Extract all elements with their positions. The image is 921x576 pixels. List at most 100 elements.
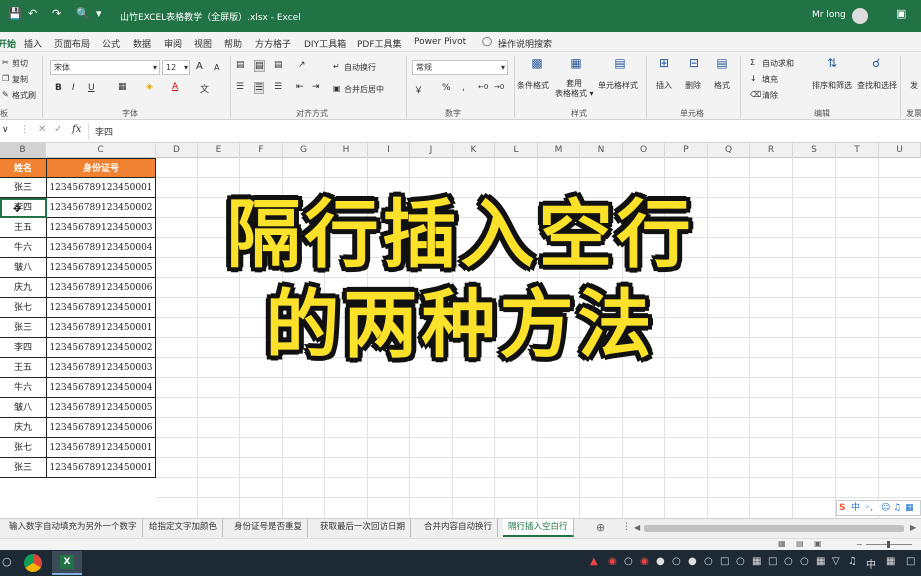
- table-format-icon[interactable]: ▦: [564, 56, 588, 70]
- scroll-left-icon[interactable]: ◀: [634, 523, 640, 532]
- tray-app-icon[interactable]: ◉: [640, 556, 649, 567]
- search-icon[interactable]: ○: [2, 555, 12, 568]
- table-row-id[interactable]: 123456789123450005: [47, 398, 156, 418]
- column-header-f[interactable]: F: [240, 143, 283, 158]
- fill-button[interactable]: 填充: [762, 74, 778, 85]
- column-header-i[interactable]: I: [368, 143, 410, 158]
- header-id-number[interactable]: 身份证号: [47, 158, 156, 178]
- increase-decimal-icon[interactable]: ←0: [478, 83, 488, 91]
- sheet-tab-1[interactable]: 输入数字自动填充为另外一个数字: [4, 519, 143, 537]
- clear-icon[interactable]: ⌫: [750, 90, 761, 99]
- table-row-name[interactable]: 庆九: [0, 418, 47, 438]
- tray-app-icon[interactable]: ▦: [816, 556, 825, 567]
- tab-help[interactable]: 帮助: [224, 37, 242, 50]
- align-bottom-icon[interactable]: ▤: [274, 60, 283, 70]
- tab-pdf[interactable]: PDF工具集: [357, 37, 402, 50]
- percent-button[interactable]: %: [442, 83, 451, 93]
- column-header-m[interactable]: M: [538, 143, 580, 158]
- tray-app-icon[interactable]: ◉: [608, 556, 617, 567]
- border-icon[interactable]: ▦: [118, 82, 127, 92]
- header-name[interactable]: 姓名: [0, 158, 47, 178]
- scroll-right-icon[interactable]: ▶: [910, 523, 916, 532]
- tab-review[interactable]: 审阅: [164, 37, 182, 50]
- table-row-name[interactable]: 庆九: [0, 278, 47, 298]
- copy-icon[interactable]: ❐: [2, 74, 9, 83]
- keyboard-icon[interactable]: ▦: [886, 556, 895, 567]
- table-row-id[interactable]: 123456789123450003: [47, 218, 156, 238]
- tab-power-pivot[interactable]: Power Pivot: [414, 37, 466, 47]
- table-row-id[interactable]: 123456789123450004: [47, 378, 156, 398]
- phonetic-icon[interactable]: 文: [200, 82, 209, 95]
- align-center-icon[interactable]: ☰: [254, 82, 265, 94]
- column-header-t[interactable]: T: [836, 143, 879, 158]
- column-header-n[interactable]: N: [580, 143, 623, 158]
- table-row-name[interactable]: 张七: [0, 298, 47, 318]
- column-header-c[interactable]: C: [46, 143, 156, 158]
- tab-insert[interactable]: 插入: [24, 37, 42, 50]
- tab-formulas[interactable]: 公式: [102, 37, 120, 50]
- cancel-icon[interactable]: ✕: [38, 124, 46, 135]
- column-header-o[interactable]: O: [623, 143, 665, 158]
- table-row-id[interactable]: 123456789123450002: [47, 198, 156, 218]
- column-header-h[interactable]: H: [325, 143, 368, 158]
- sogou-icon[interactable]: S: [839, 501, 845, 515]
- table-row-name[interactable]: 张三: [0, 178, 47, 198]
- punctuation-icon[interactable]: ◦,: [865, 501, 873, 515]
- font-size-select[interactable]: 12 ▾: [162, 60, 190, 75]
- sheet-tab-3[interactable]: 身份证号是否重复: [229, 519, 309, 537]
- table-row-id[interactable]: 123456789123450001: [47, 318, 156, 338]
- column-header-u[interactable]: U: [879, 143, 921, 158]
- keyboard-icon[interactable]: ▦: [905, 501, 914, 515]
- zoom-out-icon[interactable]: −: [856, 540, 863, 549]
- autosum-button[interactable]: 自动求和: [762, 58, 794, 69]
- fill-color-icon[interactable]: ◈: [146, 82, 153, 92]
- grow-font-button[interactable]: A: [196, 61, 203, 72]
- table-row-name[interactable]: 牛六: [0, 378, 47, 398]
- table-row-id[interactable]: 123456789123450006: [47, 278, 156, 298]
- format-painter-button[interactable]: 格式刷: [12, 90, 36, 101]
- insert-cells-icon[interactable]: ⊞: [654, 56, 674, 70]
- voice-icon[interactable]: ♫: [893, 501, 901, 515]
- outdent-icon[interactable]: ⇥: [312, 82, 320, 92]
- notification-icon[interactable]: □: [906, 556, 915, 567]
- network-icon[interactable]: ▽: [832, 556, 840, 567]
- column-header-g[interactable]: G: [283, 143, 325, 158]
- currency-icon[interactable]: ￥: [414, 83, 423, 96]
- align-top-icon[interactable]: ▤: [236, 60, 245, 70]
- comma-icon[interactable]: ,: [462, 83, 465, 93]
- redo-icon[interactable]: ↷: [52, 7, 61, 20]
- align-right-icon[interactable]: ☰: [274, 82, 282, 92]
- tray-app-icon[interactable]: ○: [736, 556, 745, 567]
- save-icon[interactable]: 💾: [8, 7, 22, 20]
- ime-toolbar[interactable]: S 中 ◦, ☺ ♫ ▦: [836, 500, 921, 516]
- worksheet-grid[interactable]: 姓名 身份证号 张三 123456789123450001 李四 1234567…: [0, 158, 921, 518]
- align-middle-icon[interactable]: ▤: [254, 60, 265, 72]
- column-header-l[interactable]: L: [495, 143, 538, 158]
- tab-view[interactable]: 视图: [194, 37, 212, 50]
- table-row-id[interactable]: 123456789123450001: [47, 178, 156, 198]
- indent-icon[interactable]: ⇤: [296, 82, 304, 92]
- table-row-id[interactable]: 123456789123450001: [47, 438, 156, 458]
- column-header-r[interactable]: R: [750, 143, 793, 158]
- align-left-icon[interactable]: ☰: [236, 82, 244, 92]
- conditional-format-icon[interactable]: ▩: [525, 56, 549, 70]
- horizontal-scrollbar[interactable]: [644, 525, 904, 532]
- delete-cells-button[interactable]: 删除: [685, 80, 701, 91]
- format-cells-icon[interactable]: ▤: [712, 56, 732, 70]
- find-select-icon[interactable]: ☌: [866, 56, 886, 70]
- sheet-tab-4[interactable]: 获取最后一次回访日期: [315, 519, 412, 537]
- column-header-k[interactable]: K: [453, 143, 495, 158]
- table-row-name[interactable]: 张七: [0, 438, 47, 458]
- tab-data[interactable]: 数据: [133, 37, 151, 50]
- sort-filter-icon[interactable]: ⇅: [822, 56, 842, 70]
- underline-button[interactable]: U: [88, 83, 95, 93]
- tray-app-icon[interactable]: ▲: [590, 556, 598, 567]
- tray-app-icon[interactable]: ○: [704, 556, 713, 567]
- tray-app-icon[interactable]: ○: [624, 556, 633, 567]
- wrap-icon[interactable]: ↵: [333, 62, 340, 71]
- table-row-id[interactable]: 123456789123450002: [47, 338, 156, 358]
- table-row-name-selected[interactable]: 李四: [0, 198, 47, 218]
- zoom-slider-thumb[interactable]: [887, 541, 890, 548]
- insert-function-button[interactable]: fx: [72, 124, 81, 135]
- tray-app-icon[interactable]: ○: [800, 556, 809, 567]
